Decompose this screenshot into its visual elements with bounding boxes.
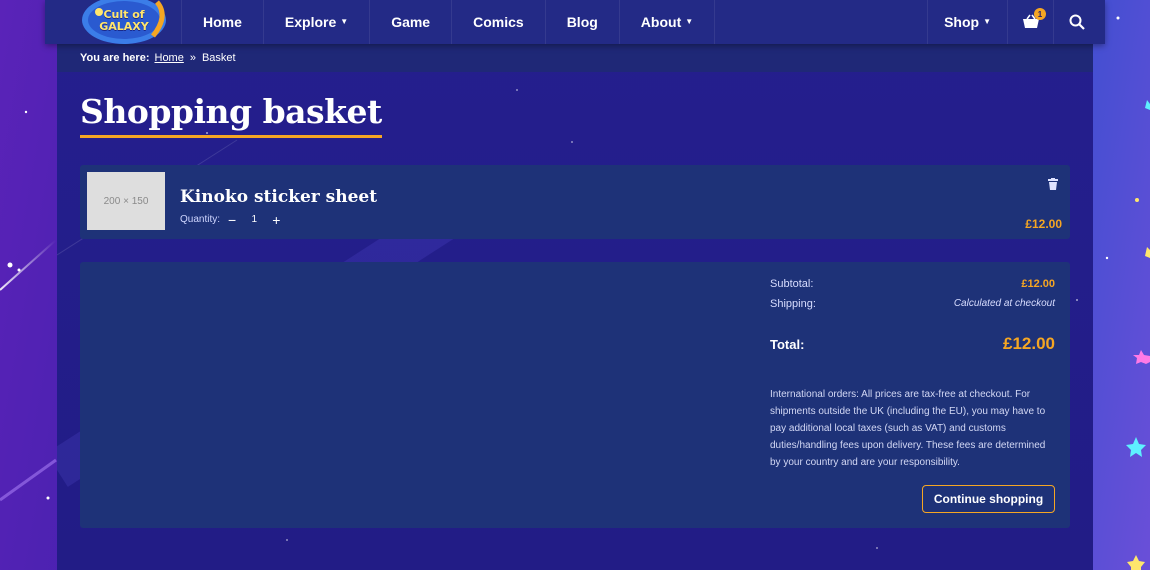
item-name[interactable]: Kinoko sticker sheet	[180, 187, 377, 207]
nav-home[interactable]: Home	[181, 0, 263, 44]
search-button[interactable]	[1053, 0, 1099, 44]
site-logo[interactable]: Cult of GALAXY	[45, 0, 181, 44]
nav-explore-label: Explore	[284, 14, 337, 30]
nav-game[interactable]: Game	[369, 0, 451, 44]
breadcrumb: You are here: Home » Basket	[57, 44, 1093, 72]
nav-shop[interactable]: Shop ▼	[927, 0, 1007, 44]
nav-home-label: Home	[203, 14, 242, 30]
total-value: £12.00	[1003, 334, 1055, 353]
total-label: Total:	[770, 336, 805, 352]
nav-comics-label: Comics	[473, 14, 524, 30]
shipping-row: Shipping: Calculated at checkout	[770, 298, 1055, 310]
continue-shopping-button[interactable]: Continue shopping	[922, 485, 1055, 513]
caret-down-icon: ▼	[340, 16, 349, 26]
caret-down-icon: ▼	[983, 16, 991, 26]
nav-blog[interactable]: Blog	[544, 0, 619, 44]
logo-text: Cult of GALAXY	[99, 8, 149, 33]
subtotal-row: Subtotal: £12.00	[770, 278, 1055, 290]
search-icon	[1069, 14, 1085, 30]
basket-item: 200 × 150 Kinoko sticker sheet Quantity:…	[80, 165, 1070, 239]
nav-game-label: Game	[391, 14, 431, 30]
trash-icon	[1048, 178, 1058, 190]
remove-item-button[interactable]	[1048, 177, 1058, 195]
nav-explore[interactable]: Explore ▼	[262, 0, 369, 44]
breadcrumb-home-link[interactable]: Home	[155, 52, 184, 64]
nav-blog-label: Blog	[566, 14, 598, 30]
international-orders-note: International orders: All prices are tax…	[770, 389, 1046, 468]
nav-about-label: About	[640, 14, 682, 30]
basket-summary: Subtotal: £12.00 Shipping: Calculated at…	[80, 262, 1070, 528]
nav-right-group: Shop ▼ 1	[927, 0, 1105, 44]
shipping-label: Shipping:	[770, 298, 816, 310]
breadcrumb-current: Basket	[201, 52, 236, 64]
item-thumbnail: 200 × 150	[87, 172, 165, 230]
breadcrumb-separator: »	[189, 52, 196, 64]
page-title: Shopping basket	[80, 92, 382, 138]
quantity-label: Quantity:	[180, 214, 221, 225]
cart-count-badge: 1	[1034, 8, 1046, 20]
quantity-stepper: Quantity: − 1 +	[180, 213, 288, 227]
subtotal-label: Subtotal:	[770, 278, 814, 290]
main-nav: Home Explore ▼ Game Comics Blog About ▼	[181, 0, 716, 44]
total-row: Total: £12.00	[770, 334, 1055, 354]
breadcrumb-lead: You are here:	[80, 52, 150, 64]
cart-button[interactable]: 1	[1007, 0, 1053, 44]
quantity-increase-button[interactable]: +	[272, 213, 280, 227]
item-price: £12.00	[1025, 217, 1062, 231]
caret-down-icon: ▼	[685, 16, 694, 26]
subtotal-value: £12.00	[1021, 278, 1055, 290]
shipping-value: Calculated at checkout	[953, 298, 1055, 309]
nav-shop-label: Shop	[944, 14, 980, 30]
nav-about[interactable]: About ▼	[618, 0, 716, 44]
quantity-value[interactable]: 1	[244, 214, 264, 225]
nav-comics[interactable]: Comics	[451, 0, 545, 44]
top-navigation-bar: Cult of GALAXY Home Explore ▼ Game Comics…	[45, 0, 1105, 44]
quantity-decrease-button[interactable]: −	[228, 213, 236, 227]
